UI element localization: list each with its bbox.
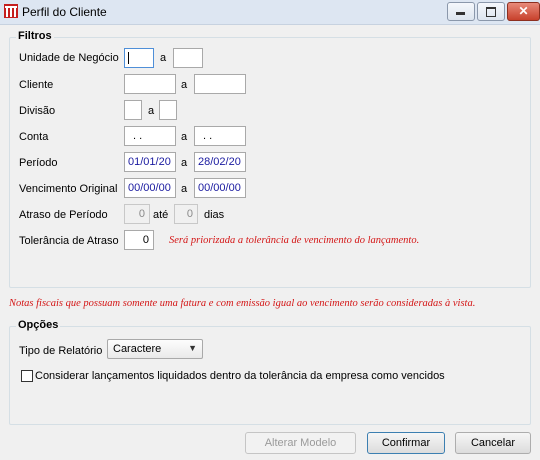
app-logo-icon [4, 4, 18, 18]
tolerancia-note: Será priorizada a tolerância de vencimen… [169, 235, 420, 246]
atraso-periodo-label: Atraso de Período [19, 209, 108, 221]
tipo-relatorio-label: Tipo de Relatório [19, 345, 103, 357]
cancelar-button[interactable]: Cancelar [455, 432, 531, 454]
tipo-relatorio-select[interactable]: Caractere ▼ [107, 339, 203, 359]
periodo-from-input[interactable]: 01/01/20 [124, 152, 176, 172]
filtros-title: Filtros [16, 30, 54, 42]
text-caret [128, 52, 129, 64]
periodo-label: Período [19, 157, 58, 169]
close-icon: ✕ [518, 4, 529, 18]
considerar-checkbox[interactable] [21, 370, 33, 382]
notas-fiscais-note: Notas fiscais que possuam somente uma fa… [9, 298, 476, 309]
connector-a: a [181, 131, 188, 143]
considerar-label: Considerar lançamentos liquidados dentro… [35, 370, 445, 382]
tipo-relatorio-value: Caractere [113, 343, 162, 355]
title-bar: Perfil do Cliente ✕ [0, 0, 540, 25]
vencimento-to-input[interactable]: 00/00/00 [194, 178, 246, 198]
connector-a: a [181, 79, 188, 91]
vencimento-original-label: Vencimento Original [19, 183, 118, 195]
vencimento-from-input[interactable]: 00/00/00 [124, 178, 176, 198]
window-title: Perfil do Cliente [22, 5, 107, 19]
connector-ate: até [153, 209, 169, 221]
connector-a: a [160, 52, 167, 64]
connector-a: a [148, 105, 155, 117]
cliente-label: Cliente [19, 79, 54, 91]
dias-label: dias [204, 209, 225, 221]
connector-a: a [181, 183, 188, 195]
alterar-modelo-button[interactable]: Alterar Modelo [245, 432, 356, 454]
divisao-to-input[interactable] [159, 100, 177, 120]
minimize-icon [456, 12, 465, 15]
close-button[interactable]: ✕ [507, 2, 540, 21]
atraso-from-input[interactable]: 0 [124, 204, 150, 224]
maximize-icon [486, 7, 496, 17]
periodo-to-input[interactable]: 28/02/20 [194, 152, 246, 172]
opcoes-title: Opções [16, 319, 61, 331]
tolerancia-atraso-label: Tolerância de Atraso [19, 235, 119, 247]
unidade-negocio-label: Unidade de Negócio [19, 52, 119, 64]
cliente-to-input[interactable] [194, 74, 246, 94]
connector-a: a [181, 157, 188, 169]
minimize-button[interactable] [447, 2, 475, 21]
tolerancia-atraso-input[interactable]: 0 [124, 230, 154, 250]
divisao-from-input[interactable] [124, 100, 142, 120]
conta-label: Conta [19, 131, 49, 143]
cliente-from-input[interactable] [124, 74, 176, 94]
conta-from-input[interactable]: . . [124, 126, 176, 146]
divisao-label: Divisão [19, 105, 56, 117]
unidade-negocio-to-input[interactable] [173, 48, 203, 68]
maximize-button[interactable] [477, 2, 505, 21]
chevron-down-icon: ▼ [188, 343, 197, 353]
conta-to-input[interactable]: . . [194, 126, 246, 146]
filtros-group [9, 37, 531, 288]
atraso-to-input[interactable]: 0 [174, 204, 198, 224]
confirmar-button[interactable]: Confirmar [367, 432, 445, 454]
